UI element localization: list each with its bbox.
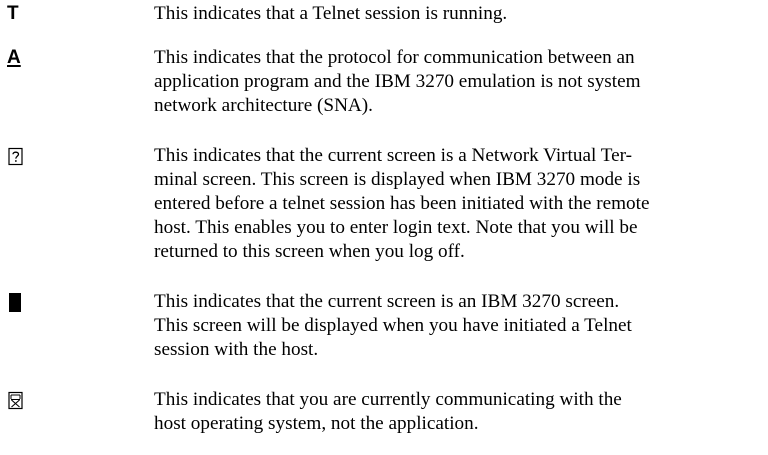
definition-text: This indicates that a Telnet session is …: [154, 3, 508, 24]
definition-text: This indicates that the current screen i…: [154, 145, 650, 262]
definition-text: This indicates that the current screen i…: [154, 291, 632, 360]
definition-text: This indicates that the protocol for com…: [154, 47, 641, 116]
solid-block-icon: [7, 290, 47, 314]
definition-text: This indicates that you are currently co…: [154, 389, 622, 434]
status-symbol-definitions: T This indicates that a Telnet session i…: [0, 0, 768, 455]
question-box-icon: [7, 144, 47, 168]
symbol-t: T: [7, 3, 19, 24]
host-system-box-icon: [7, 388, 47, 412]
symbol-a-underlined: A: [7, 47, 21, 68]
